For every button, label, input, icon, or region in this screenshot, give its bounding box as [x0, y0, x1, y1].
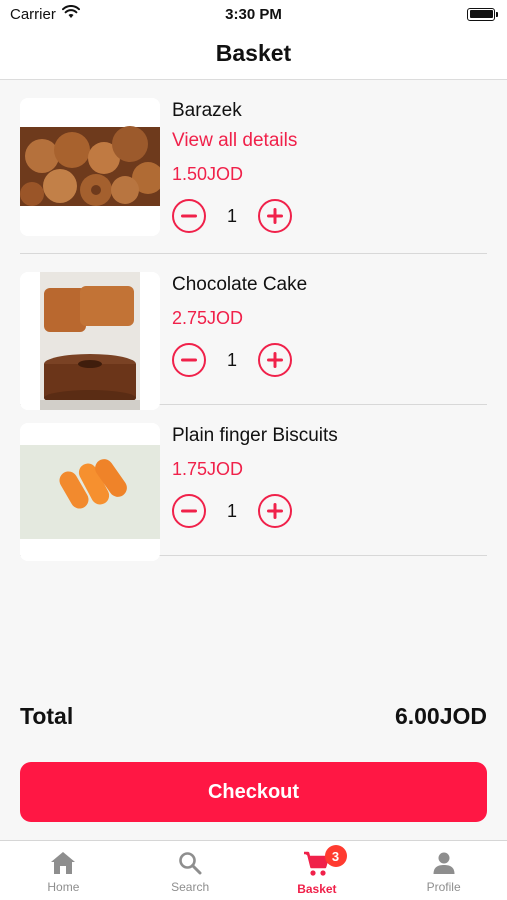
item-name: Plain finger Biscuits: [172, 425, 338, 446]
decrease-quantity-button[interactable]: [172, 199, 206, 233]
item-name: Chocolate Cake: [172, 274, 308, 295]
finger-biscuits-photo: [20, 423, 160, 561]
profile-icon: [433, 852, 455, 874]
item-price: 1.75JOD: [172, 459, 244, 479]
tab-search[interactable]: Search: [127, 841, 254, 900]
basket-item-chocolate-cake: Chocolate Cake 2.75JOD 1: [20, 254, 487, 410]
item-price: 1.50JOD: [172, 164, 244, 184]
wifi-icon: [61, 5, 80, 23]
total-value: 6.00JOD: [394, 703, 487, 729]
cart-count-badge: 3: [324, 845, 347, 867]
increase-quantity-button[interactable]: [258, 494, 292, 528]
barazek-cookies-photo: [20, 98, 160, 236]
minus-icon: [181, 358, 197, 362]
quantity-stepper: 1: [172, 494, 338, 528]
total-label: Total: [20, 703, 74, 729]
carrier-label: Carrier: [10, 5, 56, 23]
battery-icon: [467, 7, 498, 21]
tab-label: Profile: [426, 880, 461, 894]
view-details-link[interactable]: View all details: [172, 130, 297, 152]
chocolate-cake-photo: [20, 272, 160, 410]
quantity-stepper: 1: [172, 199, 297, 233]
item-info: Plain finger Biscuits 1.75JOD 1: [172, 423, 338, 528]
tab-bar: Home Search 3 Basket Profile: [0, 840, 507, 900]
basket-item-finger-biscuits: Plain finger Biscuits 1.75JOD 1: [20, 405, 487, 561]
tab-basket[interactable]: 3 Basket: [254, 841, 381, 900]
plus-icon: [267, 503, 283, 519]
basket-item-barazek: Barazek View all details 1.50JOD 1: [20, 80, 487, 254]
checkout-button[interactable]: Checkout: [20, 762, 487, 822]
tab-label: Search: [171, 880, 210, 894]
quantity-value: 1: [226, 349, 237, 370]
quantity-value: 1: [226, 205, 237, 226]
basket-list: Barazek View all details 1.50JOD 1 Choco…: [20, 80, 487, 561]
tab-label: Home: [47, 880, 80, 894]
decrease-quantity-button[interactable]: [172, 343, 206, 377]
item-name: Barazek: [172, 100, 242, 121]
decrease-quantity-button[interactable]: [172, 494, 206, 528]
quantity-stepper: 1: [172, 343, 307, 377]
home-icon: [51, 852, 76, 874]
search-icon: [179, 852, 202, 875]
status-left: Carrier: [10, 5, 80, 23]
increase-quantity-button[interactable]: [258, 199, 292, 233]
nav-header: Basket: [0, 28, 507, 80]
plus-icon: [267, 352, 283, 368]
barazek-image-icon: [20, 98, 160, 236]
tab-home[interactable]: Home: [0, 841, 127, 900]
quantity-value: 1: [226, 500, 237, 521]
item-info: Barazek View all details 1.50JOD 1: [172, 98, 297, 233]
biscuits-image-icon: [20, 423, 160, 561]
page-title: Basket: [215, 40, 292, 66]
cake-image-icon: [20, 272, 160, 410]
plus-icon: [267, 208, 283, 224]
status-bar: Carrier 3:30 PM: [0, 0, 507, 28]
tab-profile[interactable]: Profile: [380, 841, 507, 900]
increase-quantity-button[interactable]: [258, 343, 292, 377]
minus-icon: [181, 509, 197, 513]
total-row: Total 6.00JOD: [20, 703, 487, 730]
minus-icon: [181, 214, 197, 218]
tab-label: Basket: [297, 882, 337, 896]
item-info: Chocolate Cake 2.75JOD 1: [172, 272, 307, 377]
item-price: 2.75JOD: [172, 308, 244, 328]
